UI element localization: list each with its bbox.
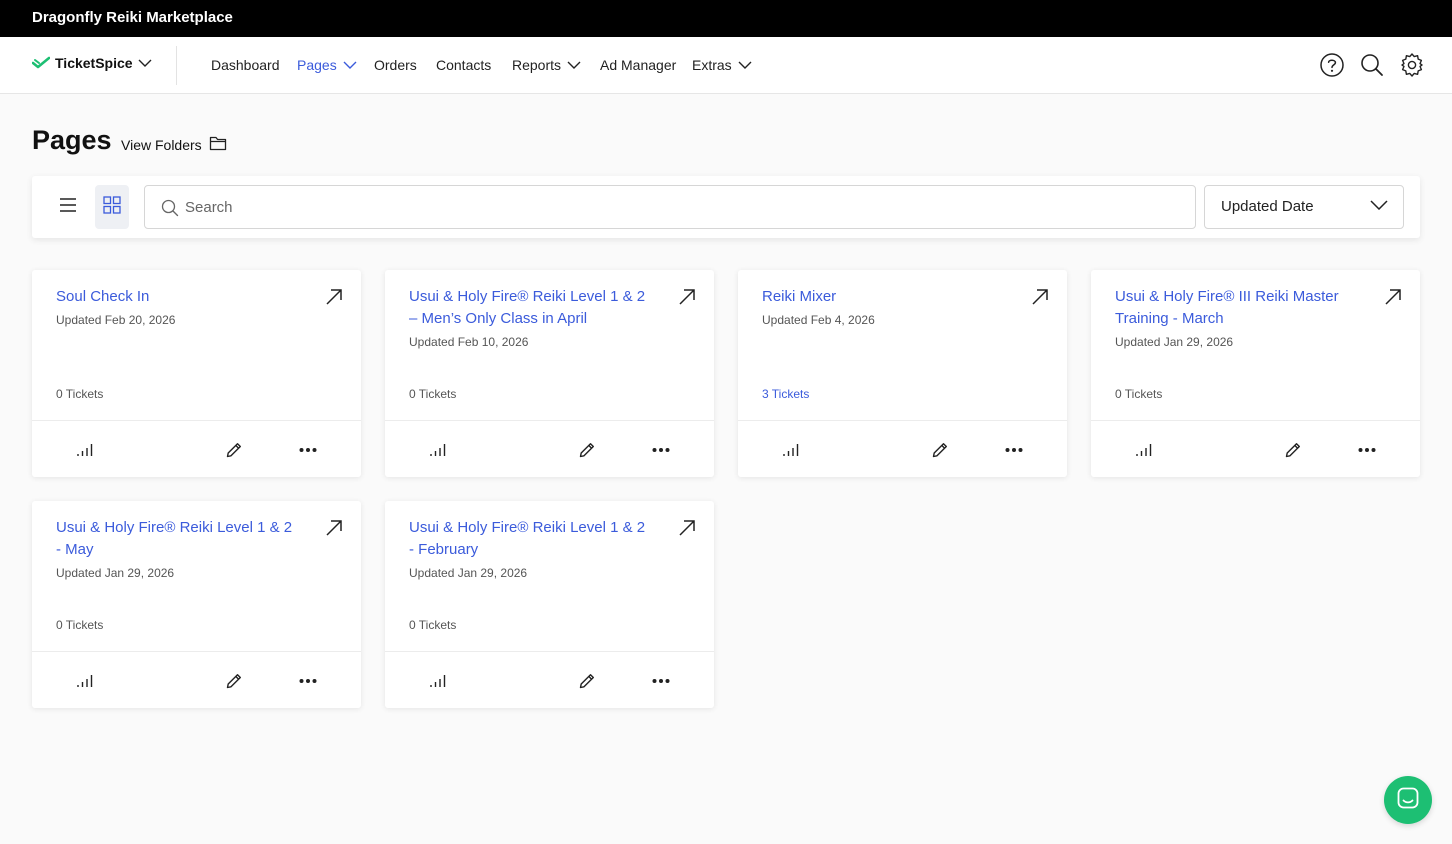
more-options-icon[interactable] [297, 439, 319, 461]
more-options-icon[interactable] [650, 439, 672, 461]
more-options-icon[interactable] [297, 670, 319, 692]
nav-extras[interactable]: Extras [692, 57, 752, 73]
page-card: Usui & Holy Fire® III Reiki Master Train… [1091, 270, 1420, 477]
nav-reports[interactable]: Reports [512, 57, 581, 73]
nav-pages-label: Pages [297, 57, 337, 73]
page-card-updated: Updated Feb 4, 2026 [762, 313, 875, 327]
account-title: Dragonfly Reiki Marketplace [32, 9, 233, 26]
page-card: Reiki Mixer Updated Feb 4, 2026 3 Ticket… [738, 270, 1067, 477]
page-card-title[interactable]: Usui & Holy Fire® III Reiki Master Train… [1115, 286, 1360, 330]
search-field[interactable] [144, 185, 1196, 229]
nav-pages[interactable]: Pages [297, 57, 357, 73]
open-external-icon[interactable] [678, 519, 696, 537]
edit-pencil-icon[interactable] [576, 670, 598, 692]
page-card-updated: Updated Jan 29, 2026 [56, 566, 175, 580]
open-external-icon[interactable] [325, 288, 343, 306]
grid-view-button[interactable] [95, 185, 129, 229]
nav-ad-manager[interactable]: Ad Manager [600, 57, 676, 73]
sort-select[interactable]: Updated Date [1204, 185, 1404, 229]
chevron-down-icon [567, 61, 581, 69]
chat-launcher-button[interactable] [1384, 776, 1432, 824]
stats-icon[interactable] [74, 670, 96, 692]
page-card-tickets: 0 Tickets [56, 387, 104, 401]
page-card-title[interactable]: Usui & Holy Fire® Reiki Level 1 & 2 - Ma… [56, 517, 301, 561]
page-card-updated: Updated Feb 10, 2026 [409, 335, 529, 349]
more-options-icon[interactable] [1003, 439, 1025, 461]
page-card-title[interactable]: Usui & Holy Fire® Reiki Level 1 & 2 - Fe… [409, 517, 654, 561]
open-external-icon[interactable] [1031, 288, 1049, 306]
list-icon [60, 197, 76, 217]
nav-dashboard[interactable]: Dashboard [211, 57, 280, 73]
chat-icon [1396, 786, 1420, 815]
page-card-tickets: 0 Tickets [56, 618, 104, 632]
chevron-down-icon [343, 61, 357, 69]
gear-icon[interactable] [1399, 52, 1425, 78]
help-icon[interactable] [1319, 52, 1345, 78]
pages-toolbar: Updated Date [32, 176, 1420, 238]
page-card-updated: Updated Jan 29, 2026 [409, 566, 528, 580]
edit-pencil-icon[interactable] [223, 670, 245, 692]
view-folders-label: View Folders [121, 136, 202, 153]
edit-pencil-icon[interactable] [576, 439, 598, 461]
nav-orders[interactable]: Orders [374, 57, 417, 73]
brand-switcher[interactable]: TicketSpice [32, 55, 152, 71]
open-external-icon[interactable] [325, 519, 343, 537]
more-options-icon[interactable] [650, 670, 672, 692]
page-card-title[interactable]: Reiki Mixer [762, 286, 1007, 308]
edit-pencil-icon[interactable] [223, 439, 245, 461]
page-card-title[interactable]: Soul Check In [56, 286, 301, 308]
nav-divider [176, 46, 177, 85]
page-card: Usui & Holy Fire® Reiki Level 1 & 2 - Ma… [32, 501, 361, 708]
page-card-tickets: 0 Tickets [1115, 387, 1163, 401]
open-external-icon[interactable] [678, 288, 696, 306]
folder-icon [209, 135, 227, 154]
open-external-icon[interactable] [1384, 288, 1402, 306]
nav-contacts-label: Contacts [436, 57, 492, 73]
more-options-icon[interactable] [1356, 439, 1378, 461]
stats-icon[interactable] [74, 439, 96, 461]
stats-icon[interactable] [427, 439, 449, 461]
page-title: Pages [32, 125, 112, 155]
ticketspice-logo-icon [32, 56, 50, 70]
page-card-actions [32, 420, 361, 477]
page-card-actions [1091, 420, 1420, 477]
page-card-actions [738, 420, 1067, 477]
page-card-actions [385, 651, 714, 708]
nav-reports-label: Reports [512, 57, 562, 73]
grid-icon [103, 195, 121, 219]
search-input[interactable] [185, 186, 1185, 228]
search-icon[interactable] [1359, 52, 1385, 78]
account-bar: Dragonfly Reiki Marketplace [0, 0, 1452, 37]
page-card-tickets: 0 Tickets [409, 387, 457, 401]
main-nav: TicketSpice Dashboard Pages Orders Conta… [0, 37, 1452, 94]
page-card-updated: Updated Feb 20, 2026 [56, 313, 176, 327]
chevron-down-icon [1370, 200, 1388, 210]
page-card: Usui & Holy Fire® Reiki Level 1 & 2 - Fe… [385, 501, 714, 708]
chevron-down-icon [138, 59, 152, 67]
nav-contacts[interactable]: Contacts [436, 57, 491, 73]
stats-icon[interactable] [427, 670, 449, 692]
search-icon [161, 199, 179, 222]
page-card: Usui & Holy Fire® Reiki Level 1 & 2 – Me… [385, 270, 714, 477]
nav-dashboard-label: Dashboard [211, 57, 280, 73]
page-card-tickets-link[interactable]: 3 Tickets [762, 387, 809, 401]
nav-extras-label: Extras [692, 57, 732, 73]
page-card-updated: Updated Jan 29, 2026 [1115, 335, 1234, 349]
edit-pencil-icon[interactable] [1282, 439, 1304, 461]
stats-icon[interactable] [780, 439, 802, 461]
brand-name: TicketSpice [55, 55, 133, 71]
view-folders-button[interactable]: View Folders [121, 135, 227, 154]
nav-ad-manager-label: Ad Manager [600, 57, 677, 73]
page-card-title[interactable]: Usui & Holy Fire® Reiki Level 1 & 2 – Me… [409, 286, 654, 330]
sort-select-value: Updated Date [1221, 198, 1314, 215]
page-card-actions [385, 420, 714, 477]
page-card-actions [32, 651, 361, 708]
nav-orders-label: Orders [374, 57, 417, 73]
stats-icon[interactable] [1133, 439, 1155, 461]
page-card: Soul Check In Updated Feb 20, 2026 0 Tic… [32, 270, 361, 477]
chevron-down-icon [738, 61, 752, 69]
page-card-tickets: 0 Tickets [409, 618, 457, 632]
list-view-button[interactable] [51, 185, 85, 229]
edit-pencil-icon[interactable] [929, 439, 951, 461]
